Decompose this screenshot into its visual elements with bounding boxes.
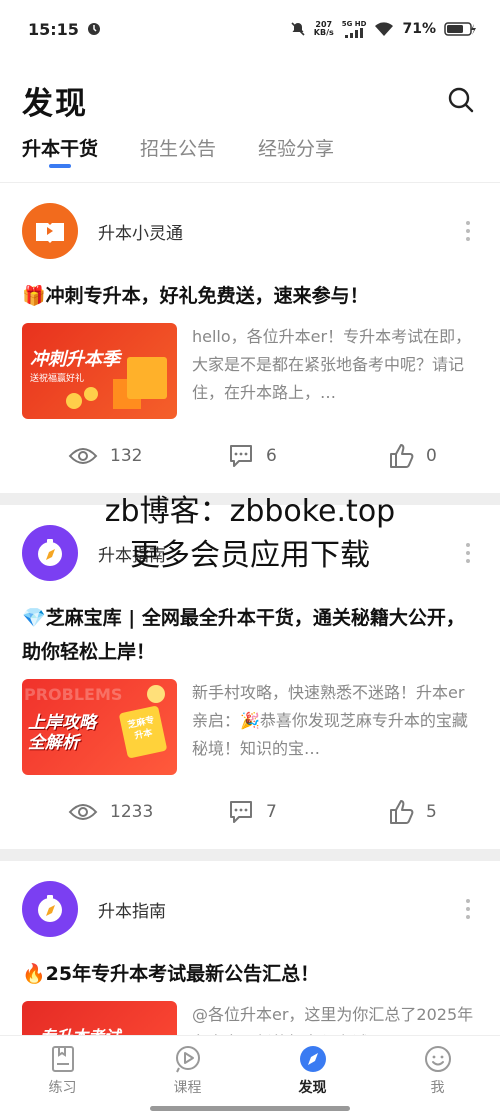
net-speed: 207 KB/s: [313, 20, 334, 37]
post-feed: 升本小灵通 🎁冲刺专升本，好礼免费送，速来参与！ 冲刺升本季 送祝福赢好礼 he…: [0, 183, 500, 1097]
course-icon: [175, 1046, 200, 1073]
status-time: 15:15: [28, 19, 79, 39]
compass-icon: [38, 539, 62, 566]
comment-icon: [230, 801, 252, 823]
author-name[interactable]: 升本指南: [98, 897, 166, 922]
gift-box-icon: [127, 357, 167, 399]
post-excerpt[interactable]: 新手村攻略，快速熟悉不迷路！升本er亲启：🎉恭喜你发现芝麻专升本的宝藏秘境！知识…: [192, 679, 478, 763]
notification-icon: [87, 23, 100, 35]
wifi-icon: [375, 22, 394, 36]
post-stats: 1233 7 5: [22, 775, 478, 849]
eye-icon: [68, 448, 98, 464]
nav-discover[interactable]: 发现: [250, 1036, 375, 1115]
like-button[interactable]: 5: [388, 799, 437, 825]
nav-me[interactable]: 我: [375, 1036, 500, 1115]
thumb-badge: 芝麻专升本: [118, 705, 168, 759]
tab-jingyan-fenxiang[interactable]: 经验分享: [258, 132, 334, 172]
header: 发现: [0, 70, 500, 130]
book-play-icon: [36, 223, 64, 243]
more-options-button[interactable]: [464, 543, 472, 563]
tab-zhaosheng-gonggao[interactable]: 招生公告: [140, 132, 216, 172]
thumbs-up-icon: [390, 444, 414, 468]
comment-button[interactable]: 7: [228, 800, 388, 824]
coin-icon: [66, 393, 82, 409]
thumb-title: 上岸攻略全解析: [28, 713, 96, 753]
mascot-icon: [147, 685, 165, 703]
practice-icon: [51, 1046, 74, 1072]
more-options-button[interactable]: [464, 899, 472, 919]
like-button[interactable]: 0: [388, 443, 437, 469]
post-card[interactable]: 升本小灵通 🎁冲刺专升本，好礼免费送，速来参与！ 冲刺升本季 送祝福赢好礼 he…: [0, 183, 500, 493]
compass-icon: [38, 895, 62, 922]
author-name[interactable]: 升本指南: [98, 541, 166, 566]
battery-icon: [444, 22, 476, 36]
post-card[interactable]: 升本指南 💎芝麻宝库 | 全网最全升本干货，通关秘籍大公开，助你轻松上岸！ PR…: [0, 505, 500, 849]
comment-icon: [230, 445, 252, 467]
nav-course[interactable]: 课程: [125, 1036, 250, 1115]
comment-button[interactable]: 6: [228, 444, 388, 468]
mute-icon: [291, 22, 305, 36]
post-thumbnail[interactable]: PROBLEMS 上岸攻略全解析 芝麻专升本: [22, 679, 177, 775]
post-title[interactable]: 🔥25年专升本考试最新公告汇总！: [22, 957, 478, 991]
post-stats: 132 6 0: [22, 419, 478, 493]
search-button[interactable]: [444, 83, 478, 117]
views-stat: 1233: [68, 802, 228, 822]
bottom-nav: 练习 课程 发现 我: [0, 1035, 500, 1115]
eye-icon: [68, 804, 98, 820]
more-options-button[interactable]: [464, 221, 472, 241]
nav-practice[interactable]: 练习: [0, 1036, 125, 1115]
post-excerpt[interactable]: hello，各位升本er！专升本考试在即，大家是不是都在紧张地备考中呢？请记住，…: [192, 323, 478, 407]
signal-icon: [345, 27, 364, 38]
post-separator: [0, 493, 500, 505]
thumb-subtitle: 送祝福赢好礼: [30, 374, 85, 384]
me-icon: [424, 1046, 451, 1072]
network-type: 5G HD: [341, 19, 367, 28]
post-separator: [0, 849, 500, 861]
battery-percent: 71%: [402, 21, 436, 37]
coin-icon: [84, 387, 98, 401]
tab-shengben-ganhuo[interactable]: 升本干货: [22, 132, 98, 172]
author-name[interactable]: 升本小灵通: [98, 219, 183, 244]
avatar[interactable]: [22, 881, 78, 937]
post-title[interactable]: 🎁冲刺专升本，好礼免费送，速来参与！: [22, 279, 478, 313]
thumb-background-text: PROBLEMS: [24, 685, 123, 704]
views-stat: 132: [68, 446, 228, 466]
avatar[interactable]: [22, 203, 78, 259]
home-indicator[interactable]: [150, 1106, 350, 1111]
category-tabs: 升本干货 招生公告 经验分享: [22, 132, 334, 176]
post-title[interactable]: 💎芝麻宝库 | 全网最全升本干货，通关秘籍大公开，助你轻松上岸！: [22, 601, 478, 669]
thumbs-up-icon: [390, 800, 414, 824]
discover-icon: [299, 1046, 326, 1072]
page-title: 发现: [22, 85, 88, 122]
avatar[interactable]: [22, 525, 78, 581]
search-icon: [448, 87, 474, 113]
post-thumbnail[interactable]: 冲刺升本季 送祝福赢好礼: [22, 323, 177, 419]
status-bar: 15:15 207 KB/s 5G HD 71%: [0, 0, 500, 58]
thumb-title: 冲刺升本季: [30, 349, 120, 370]
